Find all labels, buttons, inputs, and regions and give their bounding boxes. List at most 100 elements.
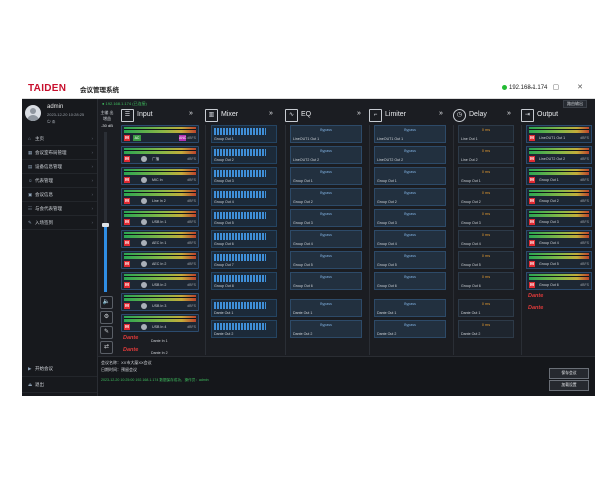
mixer-strip[interactable]: Dante Out 1 <box>211 299 277 317</box>
route-output-dropdown[interactable]: 路由输出 <box>563 100 587 108</box>
delay-strip[interactable]: 0 ms Group Out 3 <box>458 209 514 227</box>
eq-strip[interactable]: Bypass Group Out 5 <box>290 251 362 269</box>
load-settings-button[interactable]: 加载设置 <box>549 380 589 391</box>
mixer-strip[interactable]: Group Out 5 <box>211 209 277 227</box>
output-channel-strip[interactable]: M Group Out 6 dBFS <box>526 272 592 290</box>
input-channel-strip[interactable]: M USB In 4 dBFS <box>121 314 199 332</box>
eq-strip[interactable]: Bypass LineOUT1 Out 1 <box>290 125 362 143</box>
tab-mixer[interactable]: ▥ Mixer » <box>201 107 277 123</box>
mute-button[interactable]: M <box>529 261 535 267</box>
delay-strip[interactable]: 0 ms Dante Out 1 <box>458 299 514 317</box>
mute-button[interactable]: M <box>124 303 130 309</box>
mixer-strip[interactable]: Group Out 7 <box>211 251 277 269</box>
limiter-strip[interactable]: Bypass Group Out 2 <box>374 188 446 206</box>
gain-knob-icon[interactable] <box>141 282 147 288</box>
sidebar-bottom-item[interactable]: ▶ 开始会议 <box>22 361 97 377</box>
sidebar-bottom-item[interactable]: ⏏ 退出 <box>22 377 97 393</box>
mute-button[interactable]: M <box>124 198 130 204</box>
mute-button[interactable]: M <box>529 177 535 183</box>
delay-strip[interactable]: 0 ms Dante Out 2 <box>458 320 514 338</box>
output-channel-strip[interactable]: M Group Out 5 dBFS <box>526 251 592 269</box>
mixer-strip[interactable]: Group Out 2 <box>211 146 277 164</box>
sidebar-item[interactable]: ☺ 代表管理 › <box>22 174 97 188</box>
mute-button[interactable]: M <box>529 282 535 288</box>
limiter-strip[interactable]: Bypass Dante Out 2 <box>374 320 446 338</box>
master-volume-slider[interactable] <box>102 132 109 292</box>
mixer-strip[interactable]: Dante Out 2 <box>211 320 277 338</box>
gain-knob-icon[interactable] <box>141 177 147 183</box>
volume-knob[interactable] <box>102 222 109 227</box>
limiter-strip[interactable]: Bypass Group Out 4 <box>374 230 446 248</box>
output-channel-strip[interactable]: M Group Out 3 dBFS <box>526 209 592 227</box>
limiter-strip[interactable]: Bypass Group Out 6 <box>374 272 446 290</box>
output-channel-strip[interactable]: M Group Out 4 dBFS <box>526 230 592 248</box>
input-channel-strip[interactable]: M AEC In 2 dBFS <box>121 251 199 269</box>
mute-button[interactable]: M <box>124 282 130 288</box>
mute-button[interactable]: M <box>124 240 130 246</box>
limiter-strip[interactable]: Bypass Group Out 3 <box>374 209 446 227</box>
eq-strip[interactable]: Bypass Group Out 6 <box>290 272 362 290</box>
mute-button[interactable]: M <box>124 177 130 183</box>
gain-knob-icon[interactable] <box>141 324 147 330</box>
mixer-strip[interactable]: Group Out 3 <box>211 167 277 185</box>
link-icon[interactable]: ⇄ <box>100 341 113 354</box>
gain-knob-icon[interactable] <box>141 156 147 162</box>
save-meeting-button[interactable]: 保存会议 <box>549 368 589 379</box>
gain-knob-icon[interactable] <box>141 261 147 267</box>
input-channel-strip[interactable]: M AEC In 1 dBFS <box>121 230 199 248</box>
mute-button[interactable]: M <box>124 261 130 267</box>
ac-tag[interactable]: AC <box>133 135 141 141</box>
gain-knob-icon[interactable] <box>141 240 147 246</box>
sidebar-item[interactable]: ▤ 设备信息管理 › <box>22 160 97 174</box>
delay-strip[interactable]: 0 ms Group Out 1 <box>458 167 514 185</box>
mute-button[interactable]: M <box>529 198 535 204</box>
anc-tag[interactable]: ANC <box>179 135 186 141</box>
sidebar-item[interactable]: ▣ 会议信息 › <box>22 188 97 202</box>
tab-eq[interactable]: ∿ EQ » <box>281 107 361 123</box>
mixer-strip[interactable]: Group Out 1 <box>211 125 277 143</box>
gain-knob-icon[interactable] <box>141 303 147 309</box>
eq-strip[interactable]: Bypass Dante Out 1 <box>290 299 362 317</box>
input-channel-strip[interactable]: M Line In 2 dBFS <box>121 188 199 206</box>
output-channel-strip[interactable]: M LineOUT1 Out 1 dBFS <box>526 125 592 143</box>
eq-strip[interactable]: Bypass Dante Out 2 <box>290 320 362 338</box>
limiter-strip[interactable]: Bypass LineOUT2 Out 2 <box>374 146 446 164</box>
output-channel-strip[interactable]: M LineOUT2 Out 2 dBFS <box>526 146 592 164</box>
eq-strip[interactable]: Bypass LineOUT2 Out 2 <box>290 146 362 164</box>
limiter-strip[interactable]: Bypass Dante Out 1 <box>374 299 446 317</box>
input-channel-strip[interactable]: M MIC In dBFS <box>121 167 199 185</box>
mute-button[interactable]: M <box>124 219 130 225</box>
tool-icon[interactable]: ✎ <box>100 326 113 339</box>
delay-strip[interactable]: 0 ms Line Out 1 <box>458 125 514 143</box>
limiter-strip[interactable]: Bypass LineOUT1 Out 1 <box>374 125 446 143</box>
delay-strip[interactable]: 0 ms Group Out 6 <box>458 272 514 290</box>
sidebar-item[interactable]: ☷ 与会代表管理 › <box>22 202 97 216</box>
eq-strip[interactable]: Bypass Group Out 3 <box>290 209 362 227</box>
mute-button[interactable]: M <box>124 135 130 141</box>
user-action-icons[interactable]: ⏻ ⚙ <box>47 119 55 124</box>
tab-limiter[interactable]: ⌐ Limiter » <box>365 107 445 123</box>
speaker-icon[interactable]: 🔈 <box>100 296 113 309</box>
gain-knob-icon[interactable] <box>141 198 147 204</box>
mixer-strip[interactable]: Group Out 4 <box>211 188 277 206</box>
output-channel-strip[interactable]: M Group Out 2 dBFS <box>526 188 592 206</box>
sidebar-item[interactable]: ✎ 入场签到 › <box>22 216 97 230</box>
input-channel-strip[interactable]: M USB In 3 dBFS <box>121 293 199 311</box>
tab-input[interactable]: ☰ Input » <box>117 107 197 123</box>
eq-strip[interactable]: Bypass Group Out 4 <box>290 230 362 248</box>
mute-button[interactable]: M <box>124 324 130 330</box>
gain-knob-icon[interactable] <box>141 219 147 225</box>
input-channel-strip[interactable]: M USB In 2 dBFS <box>121 272 199 290</box>
mute-button[interactable]: M <box>124 156 130 162</box>
tab-output[interactable]: ⇥ Output <box>517 107 595 123</box>
eq-strip[interactable]: Bypass Group Out 2 <box>290 188 362 206</box>
tab-delay[interactable]: ◷ Delay » <box>449 107 513 123</box>
avatar[interactable] <box>25 105 41 121</box>
eq-strip[interactable]: Bypass Group Out 1 <box>290 167 362 185</box>
delay-strip[interactable]: 0 ms Line Out 2 <box>458 146 514 164</box>
limiter-strip[interactable]: Bypass Group Out 5 <box>374 251 446 269</box>
input-channel-strip[interactable]: M USB In 1 dBFS <box>121 209 199 227</box>
mute-button[interactable]: M <box>529 156 535 162</box>
mixer-strip[interactable]: Group Out 8 <box>211 272 277 290</box>
sidebar-item[interactable]: ⌂ 主页 › <box>22 132 97 146</box>
